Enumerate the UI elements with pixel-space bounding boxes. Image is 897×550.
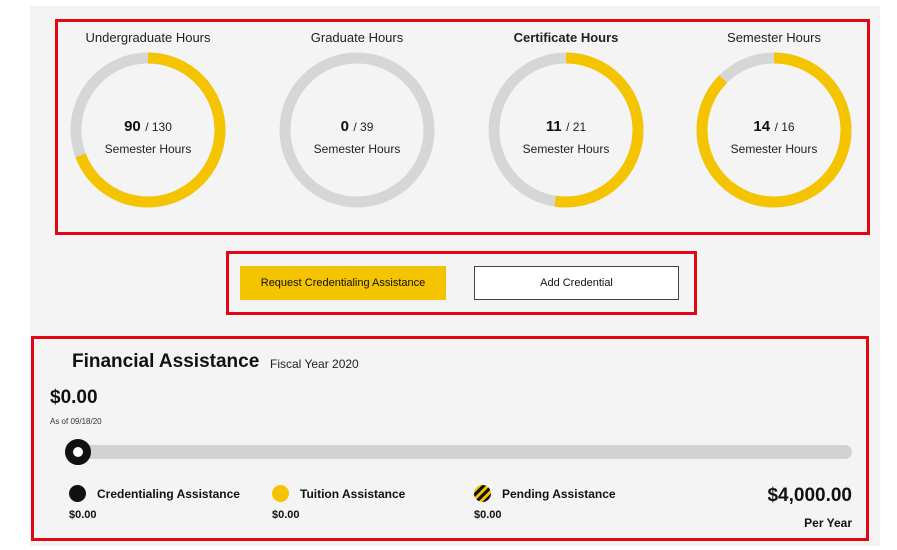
legend-value-pending: $0.00: [474, 509, 502, 521]
gauge-total: / 39: [353, 120, 374, 134]
gauge-total: / 130: [145, 120, 172, 134]
gauge-unit: Semester Hours: [104, 142, 192, 156]
gauge-certificate-hours: Certificate Hours 11 / 21 Semester Hours: [486, 22, 646, 210]
legend-tuition-assistance: Tuition Assistance: [272, 485, 405, 502]
gauge-value: 14: [753, 118, 771, 135]
gauge-unit: Semester Hours: [313, 142, 401, 156]
gauge-undergraduate-hours: Undergraduate Hours 90 / 130 Semester Ho…: [68, 22, 228, 210]
legend-label: Pending Assistance: [502, 486, 616, 501]
gauge-title: Semester Hours: [727, 30, 821, 45]
legend-value-credentialing: $0.00: [69, 509, 97, 521]
gauge-title: Graduate Hours: [310, 30, 404, 45]
gauge-value: 11: [545, 118, 562, 135]
actions-section: Request Credentialing Assistance Add Cre…: [226, 251, 697, 315]
assistance-progress-track: [67, 445, 852, 459]
financial-assistance-title: Financial Assistance: [72, 351, 260, 372]
annual-maximum-unit: Per Year: [804, 516, 852, 530]
legend-pending-assistance: Pending Assistance: [474, 485, 616, 502]
financial-assistance-section: Financial Assistance Fiscal Year 2020 $0…: [31, 336, 869, 541]
annual-maximum-amount: $4,000.00: [767, 485, 852, 506]
gauge-value: 90: [124, 118, 141, 135]
legend-credentialing-assistance: Credentialing Assistance: [69, 485, 240, 502]
assistance-progress-handle[interactable]: [65, 439, 91, 465]
legend-dot-yellow-icon: [272, 485, 289, 502]
gauge-title: Certificate Hours: [513, 30, 619, 45]
hours-summary-section: Undergraduate Hours 90 / 130 Semester Ho…: [55, 19, 870, 235]
gauge-semester-hours: Semester Hours 14 / 16 Semester Hours: [694, 22, 854, 210]
gauge-unit: Semester Hours: [522, 142, 610, 156]
fiscal-year-label: Fiscal Year 2020: [270, 357, 359, 371]
gauge-unit: Semester Hours: [730, 142, 818, 156]
legend-dot-black-icon: [69, 485, 86, 502]
as-of-date: As of 09/18/20: [50, 417, 102, 426]
gauge-total: / 21: [566, 120, 587, 134]
gauge-title: Undergraduate Hours: [85, 30, 211, 45]
gauge-total: / 16: [774, 120, 795, 134]
gauge-graduate-hours: Graduate Hours 0 / 39 Semester Hours: [277, 22, 437, 210]
legend-label: Tuition Assistance: [300, 486, 406, 501]
gauge-value: 0: [340, 118, 349, 135]
legend-value-tuition: $0.00: [272, 509, 300, 521]
legend-label: Credentialing Assistance: [97, 486, 240, 501]
add-credential-button[interactable]: Add Credential: [474, 266, 679, 300]
current-assistance-amount: $0.00: [50, 387, 98, 408]
request-credentialing-assistance-button[interactable]: Request Credentialing Assistance: [240, 266, 446, 300]
legend-dot-striped-icon: [474, 485, 491, 502]
